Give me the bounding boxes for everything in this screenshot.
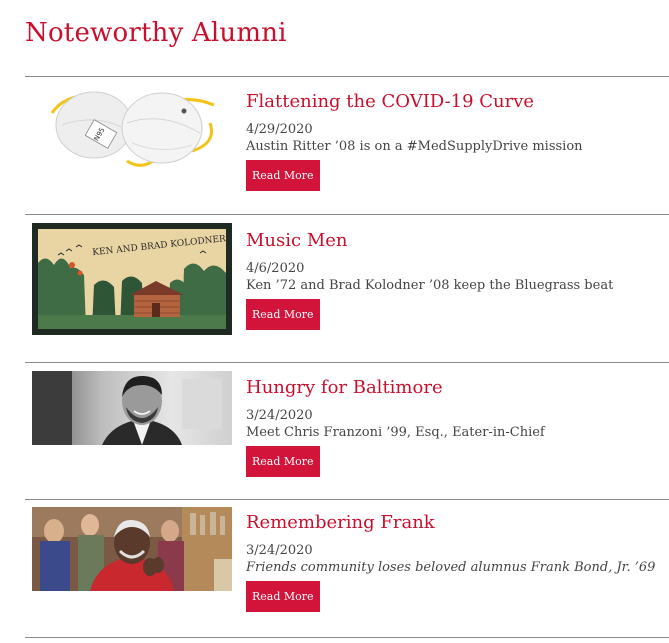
read-more-button[interactable]: Read More xyxy=(246,581,320,612)
article-description: Friends community loses beloved alumnus … xyxy=(246,560,656,575)
list-item: N95 Flattening the COVID-19 Curve 4/29/2… xyxy=(25,76,669,214)
headline-link[interactable]: Hungry for Baltimore xyxy=(246,377,669,399)
article-date: 4/6/2020 xyxy=(246,261,305,276)
page-title: Noteworthy Alumni xyxy=(25,18,287,48)
article-date: 4/29/2020 xyxy=(246,122,313,137)
read-more-button[interactable]: Read More xyxy=(246,160,320,191)
headline-link[interactable]: Flattening the COVID-19 Curve xyxy=(246,91,669,113)
article-description: Meet Chris Franzoni ’99, Esq., Eater-in-… xyxy=(246,425,545,440)
article-date: 3/24/2020 xyxy=(246,543,313,558)
read-more-button[interactable]: Read More xyxy=(246,446,320,477)
read-more-button[interactable]: Read More xyxy=(246,299,320,330)
masks-image[interactable]: N95 xyxy=(32,83,232,171)
list-item: KEN AND BRAD KOLODNER Music Men 4/6/2020… xyxy=(25,214,669,362)
article-description: Ken ’72 and Brad Kolodner ’08 keep the B… xyxy=(246,278,614,293)
kolodner-poster-image[interactable]: KEN AND BRAD KOLODNER xyxy=(32,223,232,335)
headline-link[interactable]: Music Men xyxy=(246,230,669,252)
frank-bond-photo[interactable] xyxy=(32,507,232,591)
list-item: Hungry for Baltimore 3/24/2020 Meet Chri… xyxy=(25,362,669,499)
chris-franzoni-photo[interactable] xyxy=(32,371,232,445)
headline-link[interactable]: Remembering Frank xyxy=(246,512,669,534)
alumni-list: N95 Flattening the COVID-19 Curve 4/29/2… xyxy=(25,76,669,638)
article-description: Austin Ritter ’08 is on a #MedSupplyDriv… xyxy=(246,139,583,154)
article-date: 3/24/2020 xyxy=(246,408,313,423)
list-item: Remembering Frank 3/24/2020 Friends comm… xyxy=(25,499,669,638)
